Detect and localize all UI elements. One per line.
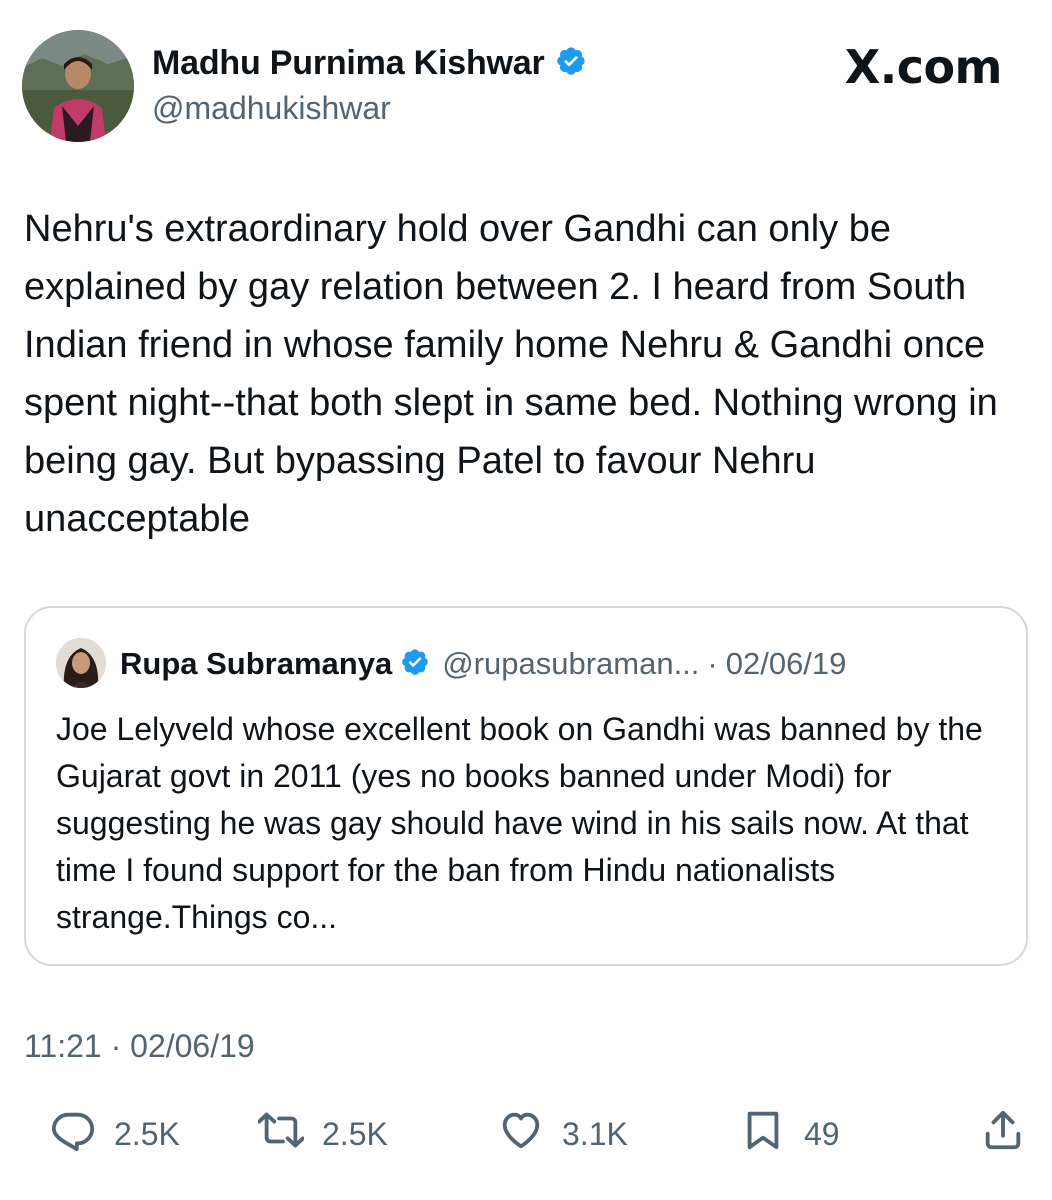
tweet-date: 02/06/19 — [130, 1028, 255, 1064]
quoted-author-handle[interactable]: @rupasubraman... — [442, 646, 699, 682]
quoted-tweet-card[interactable]: Rupa Subramanya @rupasubraman... · 02/06… — [24, 606, 1028, 966]
quoted-author-name[interactable]: Rupa Subramanya — [120, 646, 392, 682]
author-display-name[interactable]: Madhu Purnima Kishwar — [152, 44, 545, 83]
share-button[interactable] — [980, 1104, 1026, 1164]
reply-icon — [50, 1107, 96, 1161]
quoted-author-avatar[interactable] — [56, 638, 106, 688]
tweet-text: Nehru's extraordinary hold over Gandhi c… — [24, 208, 998, 540]
repost-button[interactable]: 2.5K — [257, 1104, 388, 1164]
separator-dot: · — [707, 646, 718, 681]
repost-icon — [257, 1107, 305, 1161]
like-button[interactable]: 3.1K — [498, 1104, 628, 1164]
tweet-timestamp[interactable]: 11:21 · 02/06/19 — [24, 1028, 255, 1065]
tweet-screenshot: Madhu Purnima Kishwar @madhukishwar X.co… — [0, 0, 1052, 1200]
quoted-tweet-text: Joe Lelyveld whose excellent book on Gan… — [56, 711, 983, 935]
verified-badge-icon — [400, 647, 434, 682]
repost-count: 2.5K — [322, 1115, 388, 1152]
reply-button[interactable]: 2.5K — [50, 1104, 180, 1164]
bookmark-button[interactable]: 49 — [740, 1104, 840, 1164]
like-icon — [498, 1107, 544, 1161]
reply-count: 2.5K — [114, 1115, 180, 1152]
quoted-tweet-header: Rupa Subramanya @rupasubraman... · 02/06… — [120, 646, 846, 682]
share-icon — [980, 1107, 1026, 1161]
verified-badge-icon — [555, 45, 587, 82]
bookmark-icon — [740, 1107, 786, 1161]
author-handle[interactable]: @madhukishwar — [152, 90, 391, 127]
like-count: 3.1K — [562, 1115, 628, 1152]
bookmark-count: 49 — [804, 1115, 840, 1152]
quoted-tweet-date[interactable]: 02/06/19 — [726, 646, 847, 682]
author-name-row: Madhu Purnima Kishwar — [152, 44, 587, 83]
author-avatar[interactable] — [22, 30, 134, 142]
action-bar: 2.5K 2.5K 3.1K 49 — [0, 1104, 1052, 1164]
tweet-time: 11:21 — [24, 1028, 102, 1064]
separator-dot: · — [110, 1028, 131, 1064]
brand-logo: X.com — [844, 40, 1003, 94]
